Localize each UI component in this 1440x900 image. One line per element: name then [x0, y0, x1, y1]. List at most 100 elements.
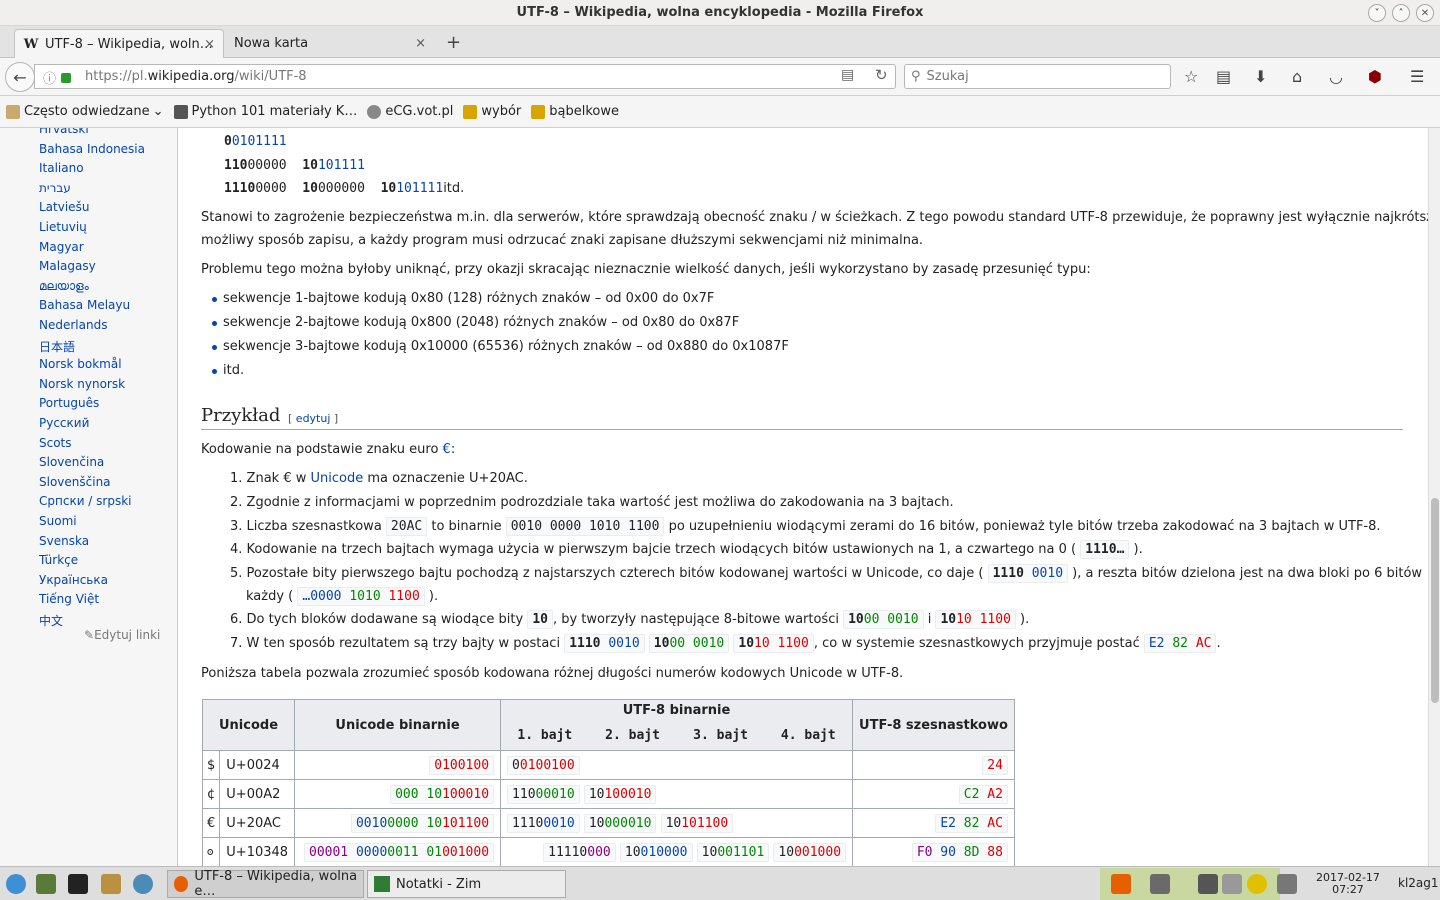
maximize-button[interactable]: ˄ [1392, 4, 1410, 22]
sidebar-item-language[interactable]: Hrvatski [39, 128, 89, 136]
sidebar-item-language[interactable]: Русский [39, 416, 89, 430]
clock[interactable]: 2017-02-17 07:27 [1316, 872, 1380, 896]
sidebar-item-language[interactable]: Tiếng Việt [39, 592, 99, 606]
bookmark-babelkowe[interactable]: bąbelkowe [531, 104, 619, 119]
bookmark-star-icon[interactable]: ☆ [1184, 67, 1198, 86]
chevron-down-icon: ⌄ [152, 104, 164, 119]
tray-window-icon[interactable] [1150, 874, 1170, 894]
sidebar-item-language[interactable]: Svenska [39, 534, 89, 548]
table-intro: Poniższa tabela pozwala zrozumieć sposób… [201, 666, 904, 681]
sidebar-item-language[interactable]: Malagasy [39, 259, 96, 273]
browser-launcher-icon[interactable] [133, 874, 153, 894]
tab-label: UTF-8 – Wikipedia, woln… [45, 36, 213, 52]
home-icon[interactable]: ⌂ [1292, 67, 1302, 86]
tray-pen-icon[interactable] [1198, 874, 1218, 894]
page-scrollbar[interactable] [1428, 128, 1440, 866]
back-button[interactable]: ← [5, 62, 35, 92]
keyboard-layout[interactable]: kl2ag1 [1398, 876, 1439, 890]
bookmark-ecg[interactable]: eCG.vot.pl [367, 104, 453, 119]
desktop-icon[interactable] [36, 874, 56, 894]
edit-section-link[interactable]: [ edytuj ] [288, 412, 338, 425]
minimize-button[interactable]: ˅ [1368, 4, 1386, 22]
sidebar-item-language[interactable]: Português [39, 396, 99, 410]
url-text[interactable]: https://pl.wikipedia.org/wiki/UTF-8 [85, 69, 307, 84]
sidebar-item-language[interactable]: Scots [39, 436, 72, 450]
sidebar-item-language[interactable]: Српски / srpski [39, 494, 132, 508]
new-tab-button[interactable]: + [446, 32, 461, 53]
close-window-button[interactable]: ✕ [1416, 4, 1434, 22]
reload-icon[interactable]: ↻ [875, 66, 888, 84]
info-icon[interactable]: ⓘ [43, 68, 56, 87]
example-intro: Kodowanie na podstawie znaku euro €: [201, 442, 456, 457]
bullet-icon [212, 297, 217, 302]
char-cell: 𐍈 [201, 837, 221, 866]
menu-icon[interactable]: ☰ [1410, 67, 1424, 86]
encoding-line-1: 00101111 [224, 134, 287, 149]
hex-cell: E2 82 AC [852, 808, 1015, 838]
bullet-icon [212, 321, 217, 326]
edit-links-link[interactable]: ✎Edytuj linki [84, 628, 160, 642]
tray-clipboard-icon[interactable] [1222, 874, 1242, 894]
utf8-binary-cell: 11110000 10010000 10001101 10001000 [500, 837, 854, 866]
tray-firefox-icon[interactable] [1111, 874, 1131, 894]
ublock-icon[interactable]: ⬢ [1368, 67, 1382, 86]
sidebar-item-language[interactable]: Italiano [39, 161, 84, 175]
zim-icon [374, 876, 390, 892]
tab-utf8[interactable]: W UTF-8 – Wikipedia, woln… × [14, 29, 224, 58]
file-manager-icon[interactable] [101, 874, 121, 894]
bookmarks-list-icon[interactable]: ▤ [1216, 67, 1231, 86]
sidebar-item-language[interactable]: മലയാളം [39, 279, 89, 294]
pocket-icon[interactable]: ◡ [1329, 67, 1343, 86]
sidebar-item-language[interactable]: Українська [39, 573, 108, 587]
sidebar-item-language[interactable]: Bahasa Melayu [39, 298, 130, 312]
euro-link[interactable]: € [443, 442, 451, 457]
sidebar-item-language[interactable]: Latviešu [39, 200, 89, 214]
sidebar-item-language[interactable]: Nederlands [39, 318, 107, 332]
task-zim[interactable]: Notatki - Zim [367, 870, 566, 898]
app-menu-icon[interactable] [6, 874, 26, 894]
sidebar-item-language[interactable]: Slovenščina [39, 475, 111, 489]
sidebar-item-language[interactable]: Türkçe [39, 553, 78, 567]
tray-power-icon[interactable] [1247, 874, 1267, 894]
unicode-link[interactable]: Unicode [311, 471, 364, 486]
tab-close-icon[interactable]: × [204, 37, 215, 52]
sidebar-item-language[interactable]: Slovenčina [39, 455, 104, 469]
tab-new[interactable]: Nowa karta × [226, 29, 434, 58]
sidebar-item-language[interactable]: Norsk nynorsk [39, 377, 125, 391]
search-input[interactable]: ⚲ Szukaj [904, 64, 1171, 89]
step-7: 7. W ten sposób rezultatem są trzy bajty… [230, 634, 1221, 653]
sidebar-item-language[interactable]: Suomi [39, 514, 77, 528]
encoding-line-3: 11100000 10000000 10101111itd. [224, 181, 465, 196]
heading-divider [201, 429, 1403, 430]
volume-icon[interactable] [1277, 874, 1297, 894]
table-row: $ U+0024 0100100 00100100 24 [201, 750, 1015, 780]
downloads-icon[interactable]: ⬇ [1254, 67, 1267, 86]
list-item: itd. [223, 363, 245, 378]
hex-cell: F0 90 8D 88 [852, 837, 1015, 866]
paragraph-security-1: Stanowi to zagrożenie bezpieczeństwa m.i… [201, 210, 1428, 225]
scrollbar-thumb[interactable] [1431, 498, 1439, 703]
url-bar[interactable]: ⓘ https://pl.wikipedia.org/wiki/UTF-8 ▤ … [34, 64, 896, 89]
task-firefox[interactable]: UTF-8 – Wikipedia, wolna e… [167, 869, 364, 899]
utf8-binary-cell: 00100100 [500, 750, 854, 780]
navigation-bar: ⓘ https://pl.wikipedia.org/wiki/UTF-8 ▤ … [0, 58, 1440, 96]
terminal-icon[interactable] [68, 874, 88, 894]
reader-view-icon[interactable]: ▤ [841, 67, 854, 83]
sidebar-item-language[interactable]: עברית [39, 181, 71, 195]
sidebar-item-language[interactable]: Lietuvių [39, 220, 87, 234]
sidebar-item-language[interactable]: 日本語 [39, 338, 75, 355]
utf8-table: Unicode Unicode binarnie UTF-8 binarnie … [201, 699, 1015, 866]
bookmark-frequent[interactable]: Często odwiedzane ⌄ [6, 104, 164, 119]
step-6: 6. Do tych bloków dodawane są wiodące bi… [230, 610, 1030, 629]
tab-close-icon[interactable]: × [415, 36, 426, 51]
step-1: 1. Znak € w Unicode ma oznaczenie U+20AC… [230, 471, 528, 486]
sidebar-item-language[interactable]: Magyar [39, 240, 84, 254]
bookmark-python[interactable]: Python 101 materiały K… [173, 104, 357, 119]
code-cell: U+10348 [219, 837, 296, 866]
bookmark-wybor[interactable]: wybór [463, 104, 521, 119]
tab-bar: W UTF-8 – Wikipedia, woln… × Nowa karta … [0, 26, 1440, 58]
sidebar-item-language[interactable]: Norsk bokmål [39, 357, 122, 371]
sidebar-item-language[interactable]: Bahasa Indonesia [39, 142, 145, 156]
sidebar-item-language[interactable]: 中文 [39, 612, 63, 629]
binary-cell: 0100100 [294, 750, 502, 780]
